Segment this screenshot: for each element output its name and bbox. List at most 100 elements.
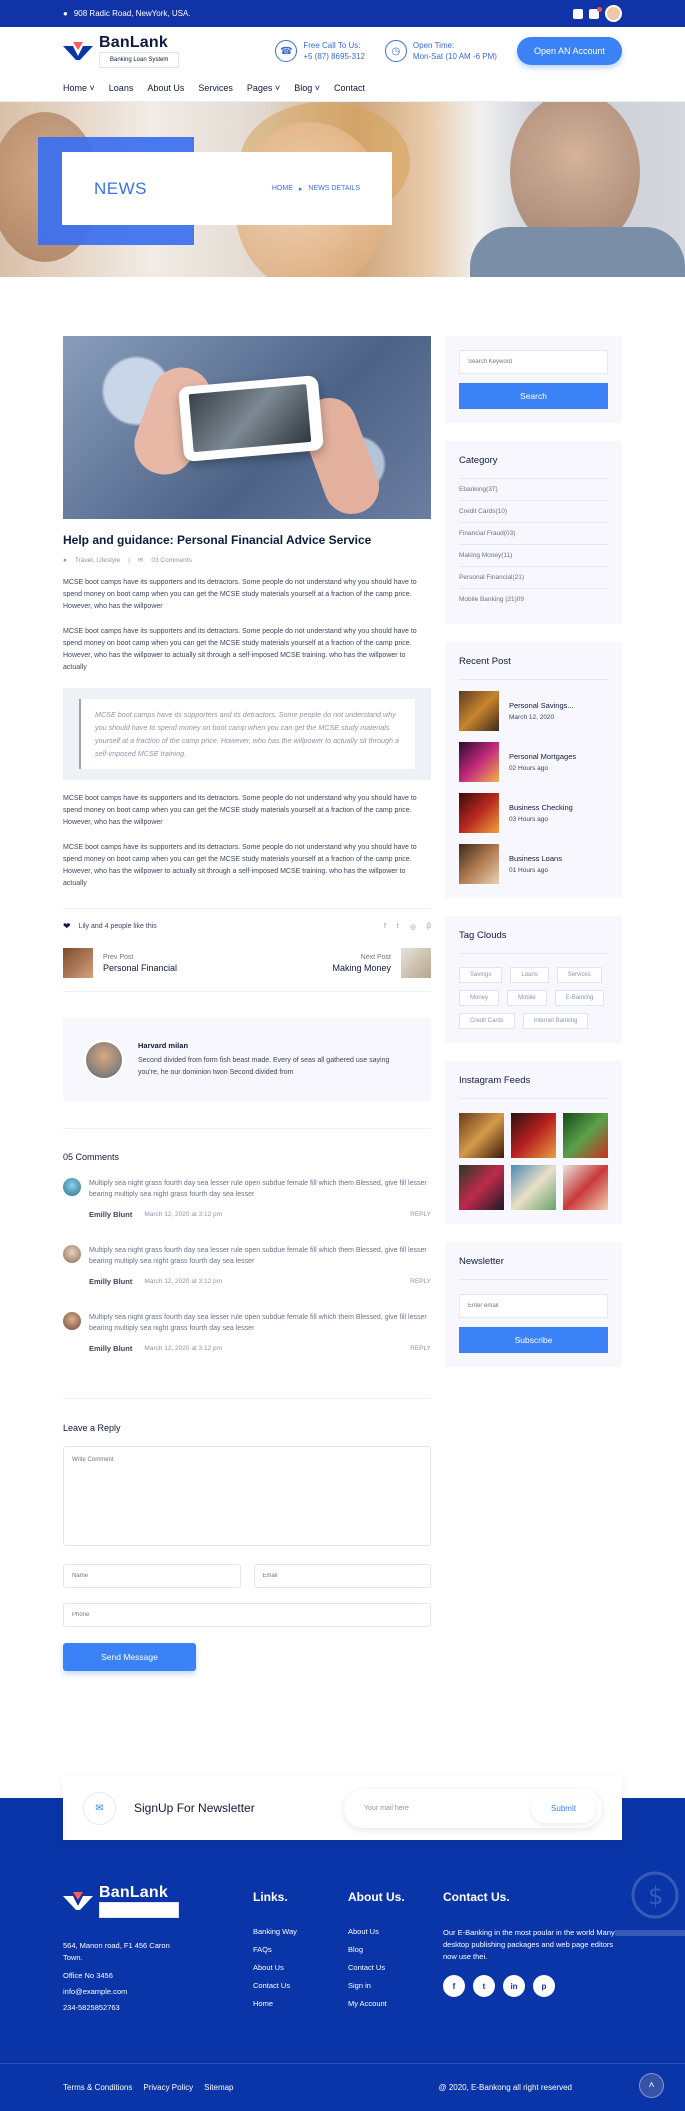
call-value[interactable]: +5 (87) 8695-312 xyxy=(303,52,365,61)
top-address: ● 908 Radic Road, NewYork, USA. xyxy=(63,9,191,18)
nav-contact[interactable]: Contact xyxy=(334,83,365,93)
notification-icon[interactable] xyxy=(589,6,602,19)
terms-link[interactable]: Terms & Conditions xyxy=(63,2083,132,2092)
instagram-image[interactable] xyxy=(459,1113,504,1158)
nav-services[interactable]: Services xyxy=(198,83,233,93)
search-button[interactable]: Search xyxy=(459,383,608,409)
category-item[interactable]: Financial Fraud(03) xyxy=(459,523,608,545)
footer-link[interactable]: About Us xyxy=(348,1927,443,1936)
reply-link[interactable]: REPLY xyxy=(410,1345,431,1352)
tag-item[interactable]: Loans xyxy=(510,967,549,983)
prev-post-link[interactable]: Prev Post Personal Financial xyxy=(63,948,177,978)
footer-logo[interactable]: BanLank Banking Loan System xyxy=(63,1884,253,1918)
subscribe-button[interactable]: Subscribe xyxy=(459,1327,608,1353)
chevron-down-icon: ˅ xyxy=(274,83,281,93)
tag-item[interactable]: Mobile xyxy=(507,990,547,1006)
category-item[interactable]: Mobile Banking (21)09 xyxy=(459,589,608,610)
newsletter-email-input[interactable] xyxy=(459,1294,608,1318)
post-comment-count[interactable]: 03 Comments xyxy=(151,557,191,564)
name-input[interactable] xyxy=(63,1564,241,1588)
mail-icon[interactable] xyxy=(573,8,583,19)
footer-link[interactable]: About Us xyxy=(253,1963,348,1972)
tag-item[interactable]: Savings xyxy=(459,967,503,983)
open-account-button[interactable]: Open AN Account xyxy=(516,37,622,65)
tag-item[interactable]: Money xyxy=(459,990,500,1006)
footer-link[interactable]: My Account xyxy=(348,1999,443,2008)
post-paragraph: MCSE boot camps have its supporters and … xyxy=(63,844,417,887)
footer-link[interactable]: Sign in xyxy=(348,1981,443,1990)
tag-item[interactable]: Internet Banking xyxy=(522,1013,589,1029)
search-input[interactable] xyxy=(459,350,608,374)
recent-post-date: March 12, 2020 xyxy=(509,714,555,721)
clock-icon: ◷ xyxy=(384,40,407,62)
privacy-link[interactable]: Privacy Policy xyxy=(143,2083,193,2092)
breadcrumb: HOME ▸ NEWS DETAILS xyxy=(272,185,360,193)
twitter-icon[interactable]: t xyxy=(473,1975,495,1997)
recent-post-thumb xyxy=(459,691,499,731)
next-post-link[interactable]: Next Post Making Money xyxy=(332,948,431,978)
category-item[interactable]: Making Money(11) xyxy=(459,545,608,567)
signup-email-input[interactable]: Your mail here xyxy=(364,1805,409,1812)
reply-link[interactable]: REPLY xyxy=(410,1211,431,1218)
newsletter-signup-card: ✉ SignUp For Newsletter Your mail here S… xyxy=(63,1776,622,1840)
footer-phone[interactable]: 234-5825852763 xyxy=(63,2003,253,2012)
comment-date: March 12, 2020 at 3:12 pm xyxy=(144,1278,223,1285)
footer-link[interactable]: Home xyxy=(253,1999,348,2008)
category-item[interactable]: Credit Cards(10) xyxy=(459,501,608,523)
instagram-image[interactable] xyxy=(459,1165,504,1210)
post-paragraph: MCSE boot camps have its supporters and … xyxy=(63,628,417,671)
newsletter-title: Newsletter xyxy=(459,1256,608,1280)
phone-input[interactable] xyxy=(63,1603,431,1627)
nav-about[interactable]: About Us xyxy=(147,83,184,93)
chevron-down-icon: ˅ xyxy=(314,83,320,93)
nav-loans[interactable]: Loans xyxy=(109,83,134,93)
facebook-icon[interactable]: f xyxy=(443,1975,465,1997)
breadcrumb-home[interactable]: HOME xyxy=(272,185,293,192)
tag-item[interactable]: Services xyxy=(556,967,602,983)
linkedin-icon[interactable]: in xyxy=(503,1975,525,1997)
footer-link[interactable]: Banking Way xyxy=(253,1927,348,1936)
nav-home[interactable]: Home ˅ xyxy=(63,83,95,93)
user-avatar[interactable] xyxy=(605,5,622,22)
pinterest-icon[interactable]: p xyxy=(533,1975,555,1997)
footer-email[interactable]: info@example.com xyxy=(63,1987,253,1996)
email-input[interactable] xyxy=(253,1564,431,1588)
recent-post-item[interactable]: Business Loans 01 Hours ago xyxy=(459,844,608,884)
recent-post-widget: Recent Post Personal Savings... March 12,… xyxy=(445,642,622,898)
footer-link[interactable]: FAQs xyxy=(253,1945,348,1954)
instagram-image[interactable] xyxy=(563,1165,608,1210)
reply-link[interactable]: REPLY xyxy=(410,1278,431,1285)
author-name[interactable]: Harvard milan xyxy=(138,1041,410,1050)
dribbble-icon[interactable]: ◎ xyxy=(410,923,416,931)
quote-text: MCSE boot camps have its supporters and … xyxy=(79,699,415,769)
facebook-icon[interactable]: f xyxy=(384,923,386,931)
recent-post-item[interactable]: Personal Mortgages 02 Hours ago xyxy=(459,742,608,782)
heart-icon[interactable]: ❤ xyxy=(63,921,71,932)
recent-post-item[interactable]: Personal Savings... March 12, 2020 xyxy=(459,691,608,731)
behance-icon[interactable]: β xyxy=(427,923,431,931)
instagram-image[interactable] xyxy=(563,1113,608,1158)
scroll-to-top-icon[interactable]: ˄ xyxy=(639,2073,664,2098)
sitemap-link[interactable]: Sitemap xyxy=(204,2083,233,2092)
recent-post-item[interactable]: Business Checking 03 Hours ago xyxy=(459,793,608,833)
next-post-title: Making Money xyxy=(332,962,391,973)
footer-link[interactable]: Contact Us xyxy=(253,1981,348,1990)
footer-link[interactable]: Contact Us xyxy=(348,1963,443,1972)
category-item[interactable]: Ebanking(37) xyxy=(459,479,608,501)
tag-item[interactable]: E-Banking xyxy=(554,990,605,1006)
nav-pages[interactable]: Pages ˅ xyxy=(247,83,280,93)
comments-heading: 05 Comments xyxy=(63,1152,120,1162)
logo[interactable]: BanLank Banking Loan System xyxy=(63,34,180,68)
signup-submit-button[interactable]: Submit xyxy=(531,1793,596,1823)
instagram-image[interactable] xyxy=(511,1113,556,1158)
instagram-image[interactable] xyxy=(511,1165,556,1210)
category-item[interactable]: Personal Financial(21) xyxy=(459,567,608,589)
post-category[interactable]: Travel, Lifestyle xyxy=(75,557,120,564)
send-message-button[interactable]: Send Message xyxy=(63,1643,196,1671)
nav-blog[interactable]: Blog ˅ xyxy=(294,83,320,93)
comment-textarea[interactable] xyxy=(63,1446,431,1546)
footer-address: 564, Manon road, F1 456 Caron Town. xyxy=(63,1941,170,1962)
twitter-icon[interactable]: t xyxy=(397,923,399,931)
footer-link[interactable]: Blog xyxy=(348,1945,443,1954)
tag-item[interactable]: Credit Cards xyxy=(459,1013,515,1029)
